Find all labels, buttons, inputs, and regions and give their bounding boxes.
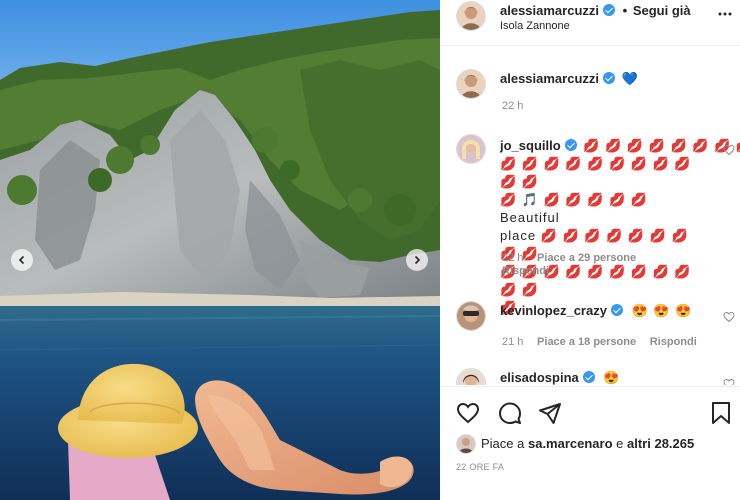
separator-dot: •: [622, 3, 628, 18]
comment-body: jo_squillo 💋 💋 💋 💋 💋 💋 💋 💋 💋 💋 💋 💋 💋 💋 💋…: [500, 137, 740, 317]
comment-first-line: jo_squillo 💋 💋 💋 💋 💋 💋 💋 💋: [500, 137, 740, 155]
verified-icon: [610, 304, 623, 316]
comment-text: 😍 😍 😍: [631, 303, 693, 318]
comment-bubble-icon[interactable]: [498, 401, 522, 425]
comment-avatar[interactable]: [457, 369, 485, 385]
carousel-prev-button[interactable]: [11, 249, 33, 271]
post-side-panel: alessiamarcuzzi • Segui già Isola Zannon…: [440, 0, 740, 500]
author-avatar[interactable]: [457, 2, 485, 30]
location-link[interactable]: Isola Zannone: [500, 20, 570, 32]
comment-likes-link[interactable]: Piace a 29 persone: [537, 252, 636, 264]
comment-author[interactable]: jo_squillo: [500, 138, 561, 153]
more-dots-icon: [718, 12, 732, 16]
likes-summary: Piace a sa.marcenaro e altri 28.265: [481, 436, 694, 451]
comment-time: 21 h: [502, 336, 524, 348]
comment-author[interactable]: kevinlopez_crazy: [500, 303, 607, 318]
comment-meta: 21 h Piace a 18 persone Rispondi: [502, 333, 697, 348]
post-actions-section: Piace a sa.marcenaro e altri 28.265 22 O…: [440, 386, 740, 500]
chevron-right-icon: [414, 255, 421, 265]
verified-icon: [603, 72, 616, 84]
likes-middle: e: [612, 436, 628, 451]
caption-text-line: alessiamarcuzzi 💙: [500, 71, 638, 87]
comment-avatar[interactable]: [457, 302, 485, 330]
heart-outline-icon[interactable]: [723, 144, 735, 156]
share-paper-plane-icon[interactable]: [538, 401, 562, 425]
likes-others-link[interactable]: altri 28.265: [627, 436, 694, 451]
post-photo[interactable]: [0, 0, 440, 500]
follow-button[interactable]: Segui già: [633, 3, 691, 18]
comments-list[interactable]: alessiamarcuzzi 💙 22 h jo_squillo 💋 💋 💋 …: [440, 47, 740, 385]
comment-meta: 22 h Piace a 29 persone: [502, 249, 636, 264]
caption-avatar[interactable]: [457, 70, 485, 98]
author-username[interactable]: alessiamarcuzzi: [500, 3, 599, 18]
comment-text-line: 💋 💋 💋 💋 💋 💋 💋 💋 💋 💋 💋: [500, 156, 692, 189]
comment-first-line: elisadospina 😍: [500, 370, 620, 385]
comment-text: 😍: [603, 370, 620, 385]
verified-icon: [582, 371, 595, 383]
post-timestamp[interactable]: 22 ORE FA: [456, 462, 504, 472]
more-options-button[interactable]: [718, 8, 732, 20]
post-header: alessiamarcuzzi • Segui già Isola Zannon…: [440, 0, 740, 46]
comment-text-line: 💋 💋 💋 💋 💋 💋 💋 💋: [583, 138, 740, 153]
like-heart-icon[interactable]: [456, 401, 480, 425]
verified-icon: [564, 139, 577, 151]
header-author-line: alessiamarcuzzi • Segui già: [500, 3, 691, 18]
comment-likes-link[interactable]: Piace a 18 persone: [537, 336, 636, 348]
caption-time: 22 h: [502, 100, 524, 112]
chevron-left-icon: [18, 255, 25, 265]
caption-text: 💙: [621, 71, 638, 86]
comment-first-line: kevinlopez_crazy 😍 😍 😍: [500, 303, 692, 319]
bookmark-icon[interactable]: [710, 401, 732, 425]
comment-reply-button[interactable]: Rispondi: [650, 336, 697, 348]
comment-author[interactable]: elisadospina: [500, 370, 579, 385]
carousel-next-button[interactable]: [406, 249, 428, 271]
heart-outline-icon[interactable]: [723, 311, 735, 323]
likes-user-link[interactable]: sa.marcenaro: [528, 436, 613, 451]
verified-icon: [603, 4, 616, 16]
comment-avatar[interactable]: [457, 135, 485, 163]
comment-text-line: 💋 🎵 💋 💋 💋 💋 💋 Beautiful: [500, 192, 648, 225]
beach-photo-illustration: [0, 0, 440, 500]
liker-avatar[interactable]: [457, 435, 475, 453]
comment-reply-button[interactable]: Rispondi: [502, 265, 549, 277]
caption-author[interactable]: alessiamarcuzzi: [500, 71, 599, 86]
heart-outline-icon[interactable]: [723, 378, 735, 385]
comment-time: 22 h: [502, 252, 524, 264]
likes-prefix: Piace a: [481, 436, 528, 451]
